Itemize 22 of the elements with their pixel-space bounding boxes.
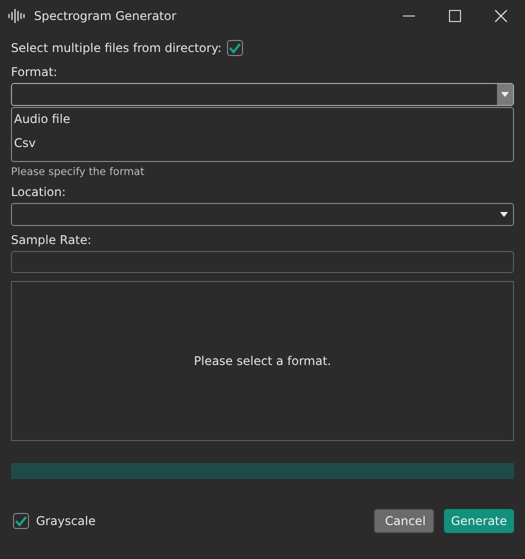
field-label: Location: (11, 185, 66, 199)
checkbox[interactable] (13, 513, 29, 529)
checkbox-label: Grayscale (36, 514, 96, 528)
preview-message: Please select a format. (194, 354, 332, 368)
dropdown-option[interactable]: Csv (14, 133, 513, 157)
window-title: Spectrogram Generator (34, 9, 176, 23)
checkbox-label: Select multiple files from directory: (11, 41, 222, 55)
field-label: Sample Rate: (11, 233, 92, 247)
caret-icon (500, 212, 508, 217)
sample-rate-field[interactable] (11, 251, 514, 273)
location-dropdown[interactable] (11, 203, 514, 226)
format-dropdown[interactable] (11, 83, 514, 106)
hint-text: Please specify the format (11, 166, 144, 178)
cancel-button[interactable]: Cancel (374, 509, 434, 533)
minimize-icon[interactable] (403, 15, 415, 17)
maximize-icon[interactable] (449, 10, 461, 22)
waveform-icon (8, 9, 26, 23)
checkbox[interactable] (226, 40, 243, 56)
dropdown-option[interactable]: Audio file (14, 109, 513, 133)
field-label: Format: (11, 65, 58, 79)
close-icon[interactable] (495, 10, 507, 22)
caret-icon (501, 92, 509, 97)
